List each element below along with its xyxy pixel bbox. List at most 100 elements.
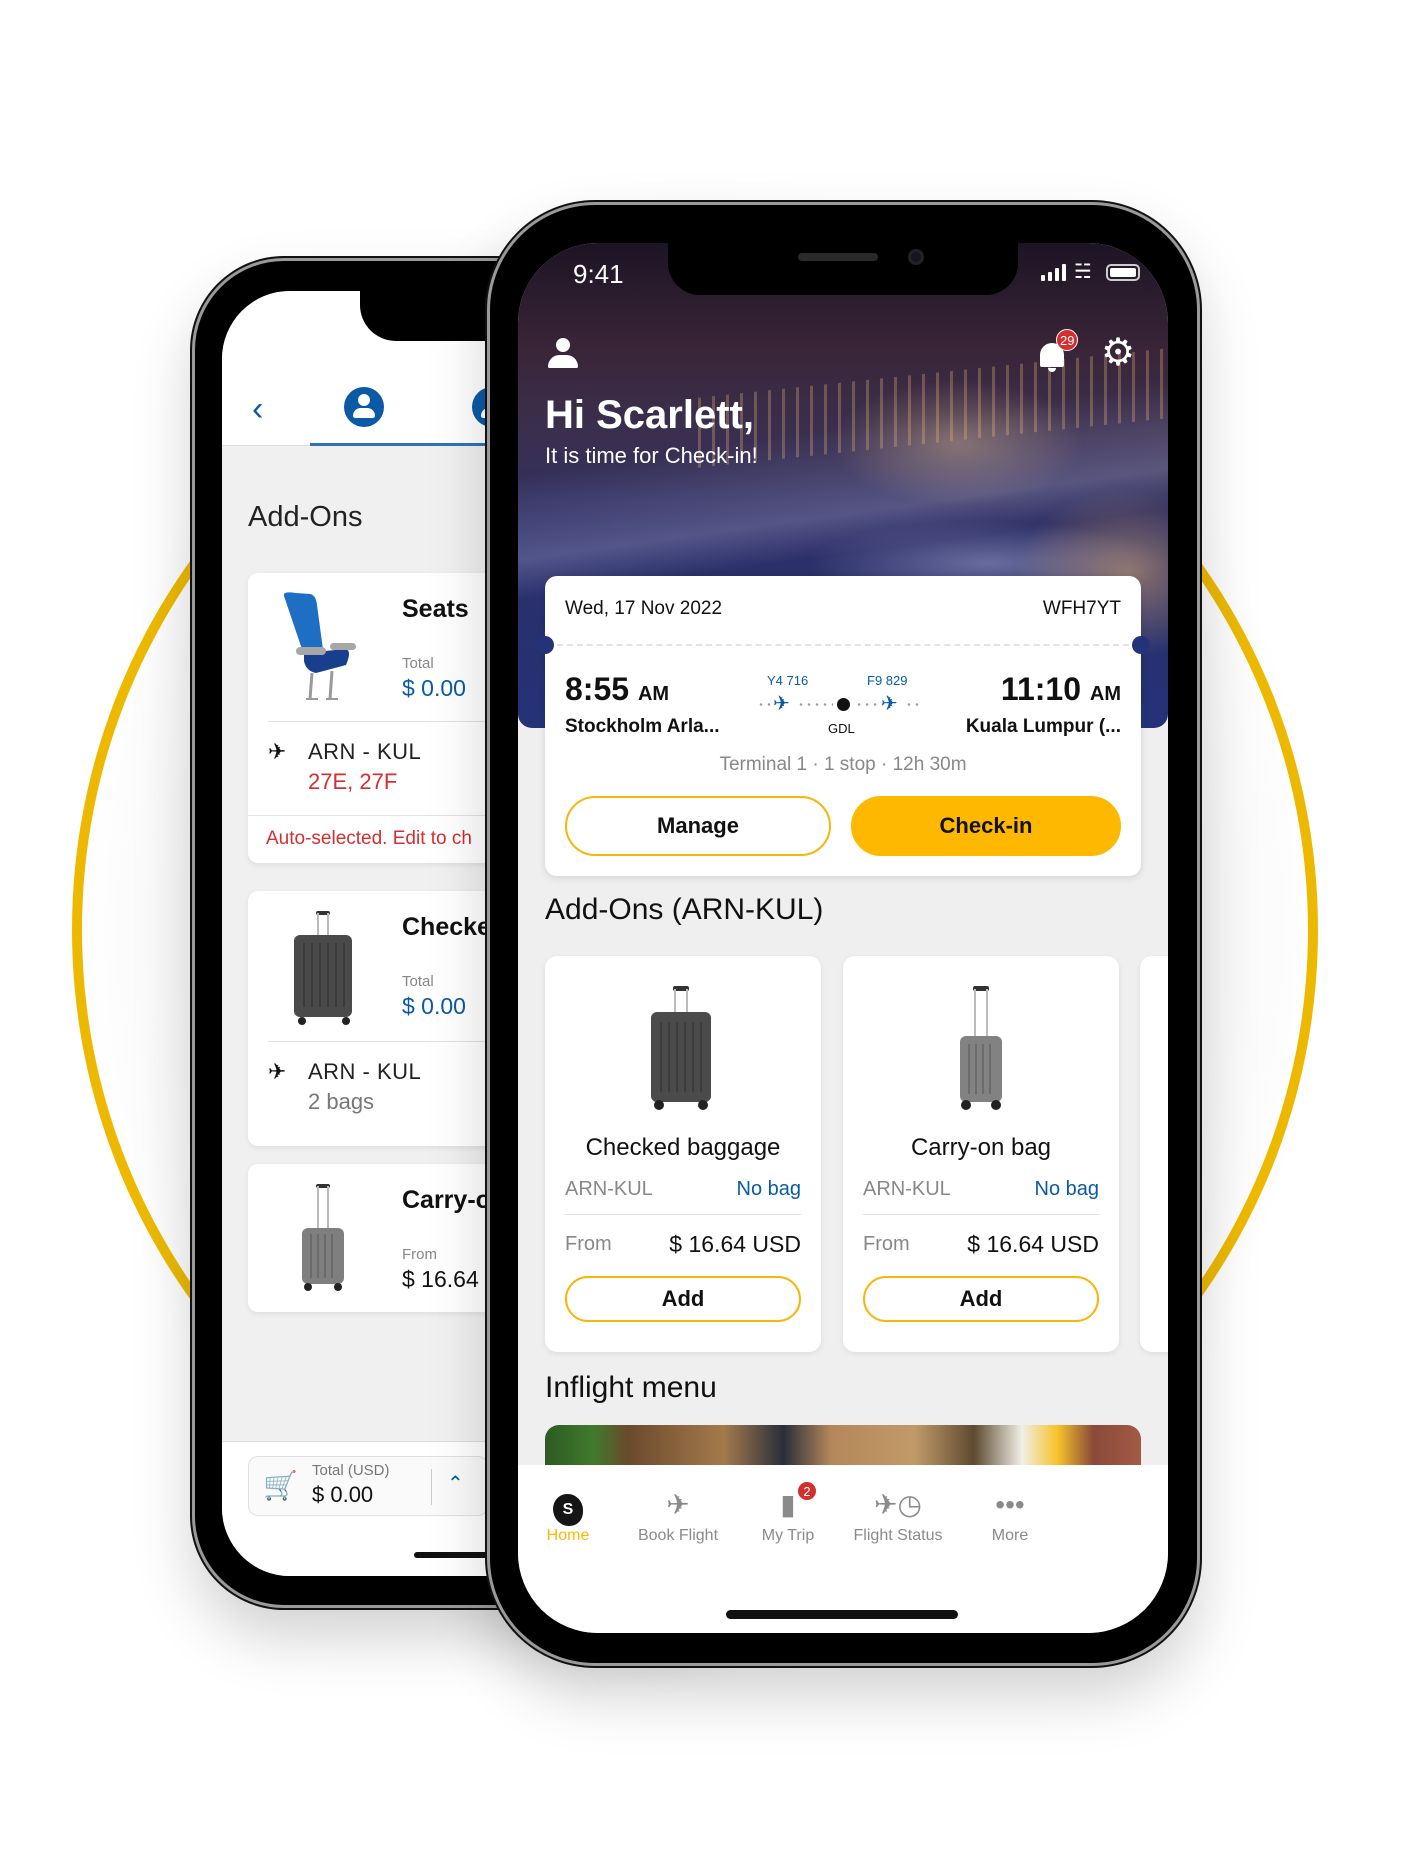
plane-icon: ✈ [881,693,898,715]
addon-status: No bag [1034,1178,1100,1200]
next-addon-card-peek[interactable] [1140,956,1168,1352]
addons-section-title: Add-Ons (ARN-KUL) [545,893,824,926]
speaker [798,253,878,261]
ticket-notch [1132,636,1150,654]
departure-city: Stockholm Arla... [565,716,720,737]
addon-route: ARN-KUL [863,1178,951,1200]
active-tab-indicator [310,443,510,446]
greeting: Hi Scarlett, [545,393,754,437]
carry-on-suitcase-icon [960,986,1002,1110]
status-time: 9:41 [573,259,624,289]
addon-price: $ 16.64 USD [669,1231,801,1257]
addon-status: No bag [736,1178,802,1200]
card-title: Seats [402,595,469,623]
departure-plane-icon: ✈ [268,1059,287,1084]
profile-icon[interactable] [548,338,578,370]
route-dots [757,703,773,706]
from-label: From [402,1246,437,1263]
add-carry-on-button[interactable]: Add [863,1276,1099,1322]
total-label: Total [402,973,434,990]
route-line: ✈ ✈ [757,694,927,714]
departure-plane-icon: ✈ [268,739,287,764]
home-indicator [726,1610,958,1619]
carry-on-suitcase-icon [302,1184,344,1291]
bottom-tab-bar: S Home ✈ Book Flight ▮ 2 My Trip ✈◷ Fligh… [518,1465,1168,1633]
arrival-time: 11:10 AM [1001,671,1121,708]
flight-number-leg2: F9 829 [867,673,908,688]
total-label: Total (USD) [312,1462,390,1479]
wifi-icon: ☵ [1074,261,1092,283]
addon-name: Carry-on bag [910,1134,1052,1161]
stop-airport-code: GDL [828,721,855,736]
divider [863,1214,1099,1215]
my-trip-badge: 2 [797,1481,817,1501]
add-checked-baggage-button[interactable]: Add [565,1276,801,1322]
route-text: ARN - KUL [308,739,422,764]
check-in-button[interactable]: Check-in [851,796,1121,856]
plane-icon: ✈ [773,693,790,715]
trip-meta: Terminal 1 · 1 stop · 12h 30m [719,754,967,775]
tab-label: More [991,1527,1029,1544]
addon-name: Checked baggage [585,1134,781,1161]
booking-reference: WFH7YT [1042,598,1121,619]
addon-route: ARN-KUL [565,1178,653,1200]
departure-time: 8:55 AM [565,671,669,708]
route-dots [797,703,833,706]
departure-time-value: 8:55 [565,671,630,707]
passenger-tab-icon[interactable] [344,387,384,427]
card-title: Checke [402,913,491,941]
camera [908,249,924,265]
arrival-ampm: AM [1089,683,1121,705]
status-icons: ☵ [1041,261,1140,283]
trip-date: Wed, 17 Nov 2022 [565,598,723,619]
from-label: From [863,1233,910,1255]
flight-number-leg1: Y4 716 [767,673,809,688]
dashed-divider [557,644,1129,646]
chevron-left-icon[interactable]: ‹ [252,392,278,426]
inflight-menu-title: Inflight menu [545,1371,717,1404]
departure-ampm: AM [637,683,670,705]
background: ‹ Add-Ons Seats Total $ 0.00 ✈ ARN - KUL… [0,0,1405,1868]
arrival-time-value: 11:10 [1000,671,1081,707]
route-dots [905,703,923,706]
total-value: $ 0.00 [312,1482,374,1507]
city-lights [698,348,1168,468]
signal-icon [1041,263,1066,281]
seat-icon [283,592,356,700]
bag-count: 2 bags [308,1089,375,1114]
route-text: ARN - KUL [308,1059,422,1084]
route-dots [855,703,883,706]
tab-more[interactable]: ••• More [945,1485,1075,1545]
more-dots-icon: ••• [995,1489,1025,1520]
notch [668,243,1018,295]
checked-baggage-card[interactable]: Checked baggage ARN-KUL No bag From $ 16… [545,956,821,1352]
addon-price: $ 16.64 USD [967,1231,1099,1257]
trip-card[interactable]: Wed, 17 Nov 2022 WFH7YT 8:55 AM Stockhol… [536,576,1150,876]
front-phone: 9:41 ☵ 29 ⚙ Hi Scarlett, It is time for … [487,202,1200,1666]
total-value: $ 0.00 [402,993,466,1019]
checked-suitcase-icon [651,986,711,1110]
price-value: $ 16.64 [402,1266,479,1292]
seat-numbers: 27E, 27F [308,769,398,794]
ticket-notch [536,636,554,654]
flight-status-icon: ✈◷ [874,1489,922,1520]
tab-flight-status[interactable]: ✈◷ Flight Status [833,1485,963,1545]
checked-suitcase-icon [294,911,352,1025]
tab-label: Flight Status [853,1527,943,1544]
total-label: Total [402,655,434,672]
stop-dot [837,698,850,711]
divider [565,1214,801,1215]
chevron-up-icon[interactable]: ⌃ [447,1471,464,1496]
gear-icon[interactable]: ⚙ [1100,334,1136,372]
battery-icon [1106,263,1140,281]
total-value: $ 0.00 [402,675,466,701]
separator [431,1469,432,1505]
greeting-subtitle: It is time for Check-in! [545,443,758,468]
card-title: Carry-o [402,1186,491,1214]
from-label: From [565,1233,612,1255]
front-phone-screen: 9:41 ☵ 29 ⚙ Hi Scarlett, It is time for … [518,243,1168,1633]
manage-button[interactable]: Manage [565,796,831,856]
carry-on-bag-card[interactable]: Carry-on bag ARN-KUL No bag From $ 16.64… [843,956,1119,1352]
total-summary[interactable]: 🛒 Total (USD) $ 0.00 ⌃ [248,1456,488,1516]
arrival-city: Kuala Lumpur (... [965,716,1121,737]
